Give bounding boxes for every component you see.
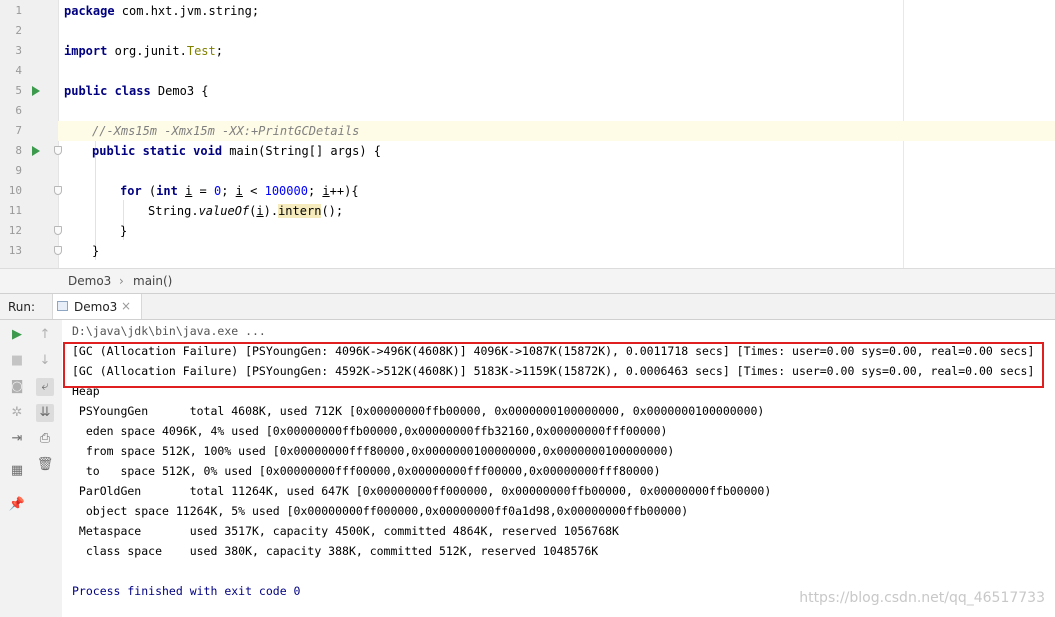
console-line: D:\java\jdk\bin\java.exe ... <box>72 324 266 338</box>
trash-icon[interactable]: 🗑 <box>36 456 54 474</box>
gc-log-highlight-box <box>63 342 1044 388</box>
variable: i <box>256 204 264 218</box>
breadcrumb-class[interactable]: Demo3 <box>68 274 111 288</box>
fold-marker-icon[interactable] <box>54 186 62 195</box>
tab-demo3[interactable]: Demo3 × <box>52 294 142 319</box>
line-number: 1 <box>15 4 22 17</box>
code-line[interactable]: public static void main(String[] args) { <box>92 141 381 161</box>
line-number: 3 <box>15 44 22 57</box>
line-number: 4 <box>15 64 22 77</box>
editor-gutter: 1 2 3 4 5 6 7 8 9 10 11 12 13 <box>0 0 62 268</box>
code-text: com.hxt.jvm.string; <box>114 4 260 18</box>
soft-wrap-icon[interactable]: ⤶ <box>36 378 54 396</box>
console-line: eden space 4096K, 4% used [0x00000000ffb… <box>72 424 668 438</box>
stop-icon[interactable]: ■ <box>8 352 26 370</box>
process-exit-line: Process finished with exit code 0 <box>72 584 301 598</box>
breadcrumb-method[interactable]: main() <box>133 274 172 288</box>
console-line: from space 512K, 100% used [0x00000000ff… <box>72 444 675 458</box>
annotation: Test <box>186 44 216 58</box>
fold-marker-icon[interactable] <box>54 226 62 235</box>
code-text: (); <box>321 204 344 218</box>
watermark: https://blog.csdn.net/qq_46517733 <box>799 590 1045 606</box>
code-line[interactable]: import org.junit.Test; <box>64 41 223 61</box>
run-toolbar: ▶ ↑ ■ ↓ ◙ ⤶ ✲ ⇊ ⇥ ⎙ 🗑 ▦ 📌 <box>0 320 63 617</box>
code-text: } <box>92 244 100 258</box>
console-line: PSYoungGen total 4608K, used 712K [0x000… <box>72 404 765 418</box>
code-line[interactable]: package com.hxt.jvm.string; <box>64 1 259 21</box>
line-number: 11 <box>8 204 22 217</box>
layout-icon[interactable]: ▦ <box>8 462 26 480</box>
line-number: 10 <box>8 184 22 197</box>
close-icon[interactable]: × <box>121 299 131 313</box>
keyword: public static void <box>92 144 223 158</box>
code-editor[interactable]: 1 2 3 4 5 6 7 8 9 10 11 12 13 package co… <box>0 0 1055 268</box>
keyword: package <box>64 4 115 18</box>
variable: i <box>322 184 330 198</box>
console-line: Metaspace used 3517K, capacity 4500K, co… <box>72 524 619 538</box>
rerun-icon[interactable]: ▶ <box>8 326 26 344</box>
line-number: 5 <box>15 84 22 97</box>
code-text: main(String[] args) { <box>222 144 381 158</box>
breadcrumb: Demo3 › main() <box>0 268 1055 294</box>
code-text: ; <box>221 184 236 198</box>
fold-marker-icon[interactable] <box>54 146 62 155</box>
line-number: 12 <box>8 224 22 237</box>
line-number: 8 <box>15 144 22 157</box>
code-text: ). <box>263 204 279 218</box>
console-line: class space used 380K, capacity 388K, co… <box>72 544 599 558</box>
print-icon[interactable]: ⎙ <box>36 430 54 448</box>
keyword: int <box>156 184 178 198</box>
console-icon <box>57 301 68 311</box>
run-main-gutter-icon[interactable] <box>32 146 40 156</box>
down-arrow-icon[interactable]: ↓ <box>36 352 54 370</box>
keyword: for <box>120 184 142 198</box>
login-icon[interactable]: ⇥ <box>8 430 26 448</box>
line-number: 2 <box>15 24 22 37</box>
code-text: org.junit. <box>107 44 187 58</box>
code-text: < <box>242 184 265 198</box>
number-literal: 100000 <box>264 184 308 198</box>
console-line: ParOldGen total 11264K, used 647K [0x000… <box>72 484 772 498</box>
run-label: Run: <box>8 300 36 314</box>
variable: i <box>235 184 243 198</box>
settings-icon[interactable]: ✲ <box>8 404 26 422</box>
code-line[interactable]: public class Demo3 { <box>64 81 209 101</box>
line-number: 7 <box>15 124 22 137</box>
scroll-to-end-icon[interactable]: ⇊ <box>36 404 54 422</box>
code-text: ; <box>307 184 323 198</box>
keyword: public class <box>64 84 151 98</box>
keyword: import <box>64 44 108 58</box>
code-text: String. <box>148 204 199 218</box>
console-output[interactable]: D:\java\jdk\bin\java.exe ... [GC (Alloca… <box>62 320 1055 617</box>
camera-icon[interactable]: ◙ <box>8 378 26 396</box>
code-line-current[interactable]: //-Xms15m -Xmx15m -XX:+PrintGCDetails <box>58 121 1055 141</box>
method-call-highlighted: intern <box>278 204 322 218</box>
pin-icon[interactable]: 📌 <box>8 496 26 514</box>
console-line: to space 512K, 0% used [0x00000000fff000… <box>72 464 661 478</box>
code-line[interactable]: String.valueOf(i).intern(); <box>148 201 343 221</box>
run-class-gutter-icon[interactable] <box>32 86 40 96</box>
console-line: object space 11264K, 5% used [0x00000000… <box>72 504 689 518</box>
comment: //-Xms15m -Xmx15m -XX:+PrintGCDetails <box>92 124 360 138</box>
code-text: Demo3 { <box>150 84 209 98</box>
run-tool-window-header: Run: Demo3 × <box>0 294 1055 320</box>
method-call: valueOf <box>198 204 250 218</box>
up-arrow-icon[interactable]: ↑ <box>36 326 54 344</box>
code-text: ; <box>215 44 223 58</box>
code-text: } <box>120 224 128 238</box>
code-text: ++){ <box>329 184 359 198</box>
line-number: 6 <box>15 104 22 117</box>
line-number: 9 <box>15 164 22 177</box>
code-line[interactable]: } <box>120 221 127 241</box>
tab-label: Demo3 <box>74 300 118 314</box>
fold-marker-icon[interactable] <box>54 246 62 255</box>
code-text: = <box>192 184 214 198</box>
code-line[interactable]: for (int i = 0; i < 100000; i++){ <box>120 181 359 201</box>
line-number: 13 <box>8 244 22 257</box>
code-text: ( <box>141 184 157 198</box>
breadcrumb-separator: › <box>119 274 124 288</box>
code-line[interactable]: } <box>92 241 99 261</box>
